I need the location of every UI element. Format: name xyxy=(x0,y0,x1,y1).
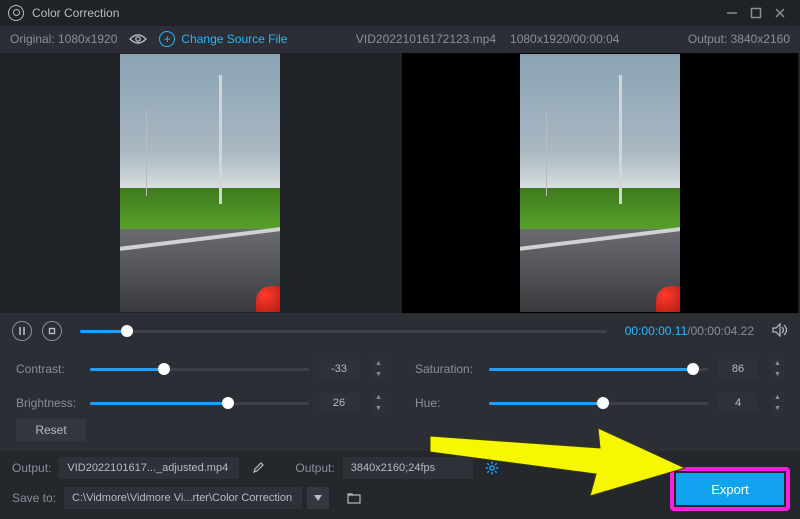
chevron-down-icon[interactable]: ▼ xyxy=(770,370,784,380)
edit-filename-icon[interactable] xyxy=(247,457,269,479)
change-source-button[interactable]: + Change Source File xyxy=(159,31,287,47)
window-title: Color Correction xyxy=(32,6,119,20)
chevron-up-icon[interactable]: ▲ xyxy=(371,393,385,404)
change-source-label: Change Source File xyxy=(181,32,287,46)
brightness-row: Brightness: 26 ▲▼ xyxy=(16,393,385,413)
app-icon xyxy=(8,5,24,21)
preview-area xyxy=(0,53,800,313)
contrast-label: Contrast: xyxy=(16,362,80,376)
source-meta: 1080x1920/00:00:04 xyxy=(510,32,619,46)
brightness-stepper[interactable]: ▲▼ xyxy=(371,393,385,413)
saturation-label: Saturation: xyxy=(415,362,479,376)
preview-toggle-icon[interactable] xyxy=(129,33,147,45)
saturation-row: Saturation: 86 ▲▼ xyxy=(415,359,784,379)
settings-icon[interactable] xyxy=(481,457,503,479)
chevron-up-icon[interactable]: ▲ xyxy=(770,393,784,404)
saturation-value[interactable]: 86 xyxy=(718,359,758,379)
volume-icon[interactable] xyxy=(772,323,788,340)
close-button[interactable] xyxy=(768,1,792,25)
adjustment-sliders: Contrast: -33 ▲▼ Saturation: 86 ▲▼ Brigh… xyxy=(0,349,800,419)
seek-fill xyxy=(80,330,127,333)
brightness-value[interactable]: 26 xyxy=(319,393,359,413)
original-resolution-label: Original: 1080x1920 xyxy=(10,32,117,46)
chevron-up-icon[interactable]: ▲ xyxy=(371,359,385,370)
hue-label: Hue: xyxy=(415,396,479,410)
contrast-row: Contrast: -33 ▲▼ xyxy=(16,359,385,379)
saveto-label: Save to: xyxy=(12,491,56,505)
saturation-slider[interactable] xyxy=(489,361,708,377)
source-filename: VID20221016172123.mp4 xyxy=(356,32,496,46)
brightness-slider[interactable] xyxy=(90,395,309,411)
hue-slider[interactable] xyxy=(489,395,708,411)
time-current: 00:00:00.11 xyxy=(625,324,688,338)
playback-time: 00:00:00.11/00:00:04.22 xyxy=(625,324,754,338)
contrast-slider[interactable] xyxy=(90,361,309,377)
output-file-label: Output: xyxy=(12,461,51,475)
contrast-value[interactable]: -33 xyxy=(319,359,359,379)
chevron-up-icon[interactable]: ▲ xyxy=(770,359,784,370)
output-resolution-label: Output: 3840x2160 xyxy=(688,32,790,46)
hue-row: Hue: 4 ▲▼ xyxy=(415,393,784,413)
time-total: 00:00:04.22 xyxy=(691,324,754,338)
pause-button[interactable] xyxy=(12,321,32,341)
output-format-field[interactable]: 3840x2160;24fps xyxy=(343,457,473,479)
open-folder-icon[interactable] xyxy=(343,487,365,509)
seek-slider[interactable] xyxy=(80,321,607,341)
stop-button[interactable] xyxy=(42,321,62,341)
reset-button[interactable]: Reset xyxy=(16,419,86,441)
plus-icon: + xyxy=(159,31,175,47)
chevron-down-icon[interactable]: ▼ xyxy=(371,404,385,414)
seek-knob[interactable] xyxy=(121,325,133,337)
saturation-stepper[interactable]: ▲▼ xyxy=(770,359,784,379)
maximize-button[interactable] xyxy=(744,1,768,25)
brightness-label: Brightness: xyxy=(16,396,80,410)
hue-stepper[interactable]: ▲▼ xyxy=(770,393,784,413)
output-preview xyxy=(402,53,798,313)
chevron-down-icon[interactable]: ▼ xyxy=(371,370,385,380)
export-label: Export xyxy=(711,482,749,497)
reset-label: Reset xyxy=(35,423,66,437)
saveto-dropdown[interactable] xyxy=(307,487,329,509)
original-preview xyxy=(2,53,398,313)
minimize-button[interactable] xyxy=(720,1,744,25)
titlebar: Color Correction xyxy=(0,0,800,26)
playback-controls: 00:00:00.11/00:00:04.22 xyxy=(0,313,800,349)
saveto-field[interactable]: C:\Vidmore\Vidmore Vi...rter\Color Corre… xyxy=(64,487,302,509)
contrast-stepper[interactable]: ▲▼ xyxy=(371,359,385,379)
export-button[interactable]: Export xyxy=(676,473,784,505)
info-bar: Original: 1080x1920 + Change Source File… xyxy=(0,26,800,53)
output-section: Output: VID2022101617..._adjusted.mp4 Ou… xyxy=(0,451,800,519)
output-format-label: Output: xyxy=(295,461,334,475)
hue-value[interactable]: 4 xyxy=(718,393,758,413)
chevron-down-icon[interactable]: ▼ xyxy=(770,404,784,414)
output-file-field[interactable]: VID2022101617..._adjusted.mp4 xyxy=(59,457,239,479)
